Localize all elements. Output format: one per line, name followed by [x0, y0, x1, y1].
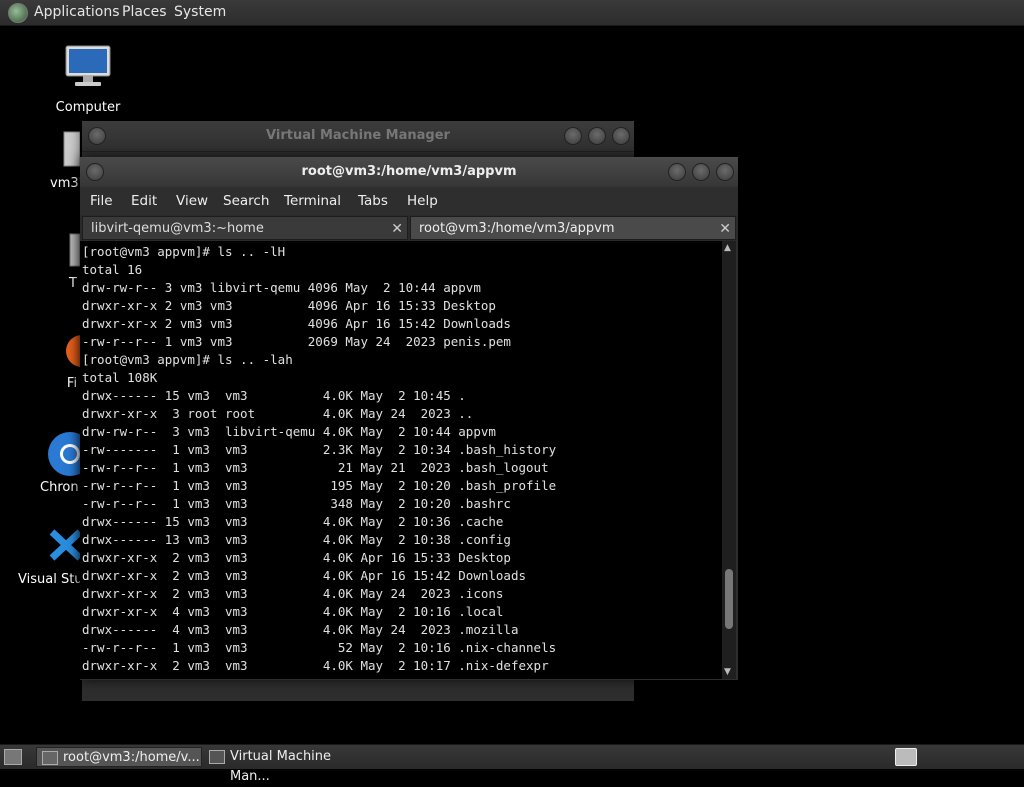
- taskbar-item-label: root@vm3:/home/v...: [63, 750, 200, 765]
- distro-logo-icon[interactable]: [8, 3, 28, 23]
- desktop-icon-computer[interactable]: Computer: [52, 44, 124, 115]
- desktop-icon-label: Chron: [40, 480, 79, 495]
- tab-close-icon[interactable]: ✕: [391, 217, 403, 241]
- vmm-icon: [209, 750, 225, 764]
- taskbar-item-terminal[interactable]: root@vm3:/home/v...: [36, 747, 202, 767]
- bottom-panel: root@vm3:/home/v... Virtual Machine Man.…: [0, 744, 1024, 784]
- tab-close-icon[interactable]: ✕: [719, 217, 731, 241]
- close-icon[interactable]: [612, 127, 630, 145]
- desktop-icon-label: vm3': [50, 176, 83, 191]
- terminal-title: root@vm3:/home/vm3/appvm: [301, 164, 517, 179]
- menu-terminal[interactable]: Terminal: [284, 193, 341, 209]
- scroll-down-icon[interactable]: ▼: [724, 667, 731, 677]
- desktop-icon-label: T: [69, 276, 77, 291]
- scroll-up-icon[interactable]: ▲: [724, 243, 731, 253]
- chromium-icon: [48, 432, 92, 476]
- maximize-icon[interactable]: [692, 163, 710, 181]
- tab-libvirt-qemu[interactable]: libvirt-qemu@vm3:~home ✕: [82, 216, 408, 240]
- home-folder-icon: [63, 131, 81, 167]
- computer-icon: [65, 45, 111, 86]
- close-icon[interactable]: [716, 163, 734, 181]
- minimize-icon[interactable]: [564, 127, 582, 145]
- menu-help[interactable]: Help: [407, 193, 438, 209]
- menu-file[interactable]: File: [90, 193, 113, 209]
- vmm-titlebar[interactable]: Virtual Machine Manager: [82, 121, 634, 152]
- scrollbar-thumb[interactable]: [725, 569, 733, 629]
- firefox-icon: [66, 335, 98, 367]
- desktop-icon-trash[interactable]: T: [66, 230, 81, 291]
- show-desktop-icon[interactable]: [4, 749, 22, 765]
- terminal-titlebar[interactable]: root@vm3:/home/vm3/appvm: [80, 157, 738, 188]
- taskbar-item-vmm[interactable]: Virtual Machine Man...: [204, 747, 374, 784]
- desktop-icon-vm3-home[interactable]: vm3': [50, 128, 83, 191]
- menu-tabs[interactable]: Tabs: [358, 193, 388, 209]
- workspace-switcher-icon[interactable]: [895, 748, 917, 766]
- top-panel: Applications Places System: [0, 0, 1024, 26]
- desktop-icon-label: Computer: [55, 100, 121, 115]
- terminal-scrollbar[interactable]: ▲ ▼: [722, 241, 736, 679]
- menu-view[interactable]: View: [176, 193, 208, 209]
- desktop-icon-firefox[interactable]: Fi: [64, 332, 98, 391]
- tab-label: root@vm3:/home/vm3/appvm: [419, 221, 615, 236]
- menu-edit[interactable]: Edit: [131, 193, 157, 209]
- desktop-icon-label: Visual Stu: [18, 572, 83, 587]
- desktop-icon-label: Fi: [66, 376, 78, 391]
- tab-label: libvirt-qemu@vm3:~home: [91, 221, 264, 236]
- vscode-icon: [49, 529, 83, 561]
- terminal-window[interactable]: root@vm3:/home/vm3/appvm File Edit View …: [80, 157, 738, 680]
- taskbar-item-label: Virtual Machine Man...: [230, 749, 332, 784]
- minimize-icon[interactable]: [668, 163, 686, 181]
- menu-search[interactable]: Search: [223, 193, 269, 209]
- places-menu[interactable]: Places: [122, 4, 167, 20]
- trash-icon: [69, 233, 81, 267]
- desktop-icon-vscode[interactable]: Visual Stu: [18, 526, 83, 587]
- terminal-menubar: File Edit View Search Terminal Tabs Help: [80, 187, 738, 215]
- terminal-output[interactable]: [root@vm3 appvm]# ls .. -lH total 16 drw…: [80, 241, 722, 679]
- terminal-icon: [42, 751, 58, 765]
- system-menu[interactable]: System: [174, 4, 226, 20]
- applications-menu[interactable]: Applications: [34, 4, 120, 20]
- tab-root-appvm[interactable]: root@vm3:/home/vm3/appvm ✕: [410, 216, 736, 240]
- vmm-title: Virtual Machine Manager: [266, 128, 450, 143]
- desktop-icon-chromium[interactable]: Chron: [40, 430, 92, 495]
- maximize-icon[interactable]: [588, 127, 606, 145]
- terminal-text: [root@vm3 appvm]# ls .. -lH total 16 drw…: [82, 244, 557, 673]
- terminal-tabbar: libvirt-qemu@vm3:~home ✕ root@vm3:/home/…: [80, 215, 738, 241]
